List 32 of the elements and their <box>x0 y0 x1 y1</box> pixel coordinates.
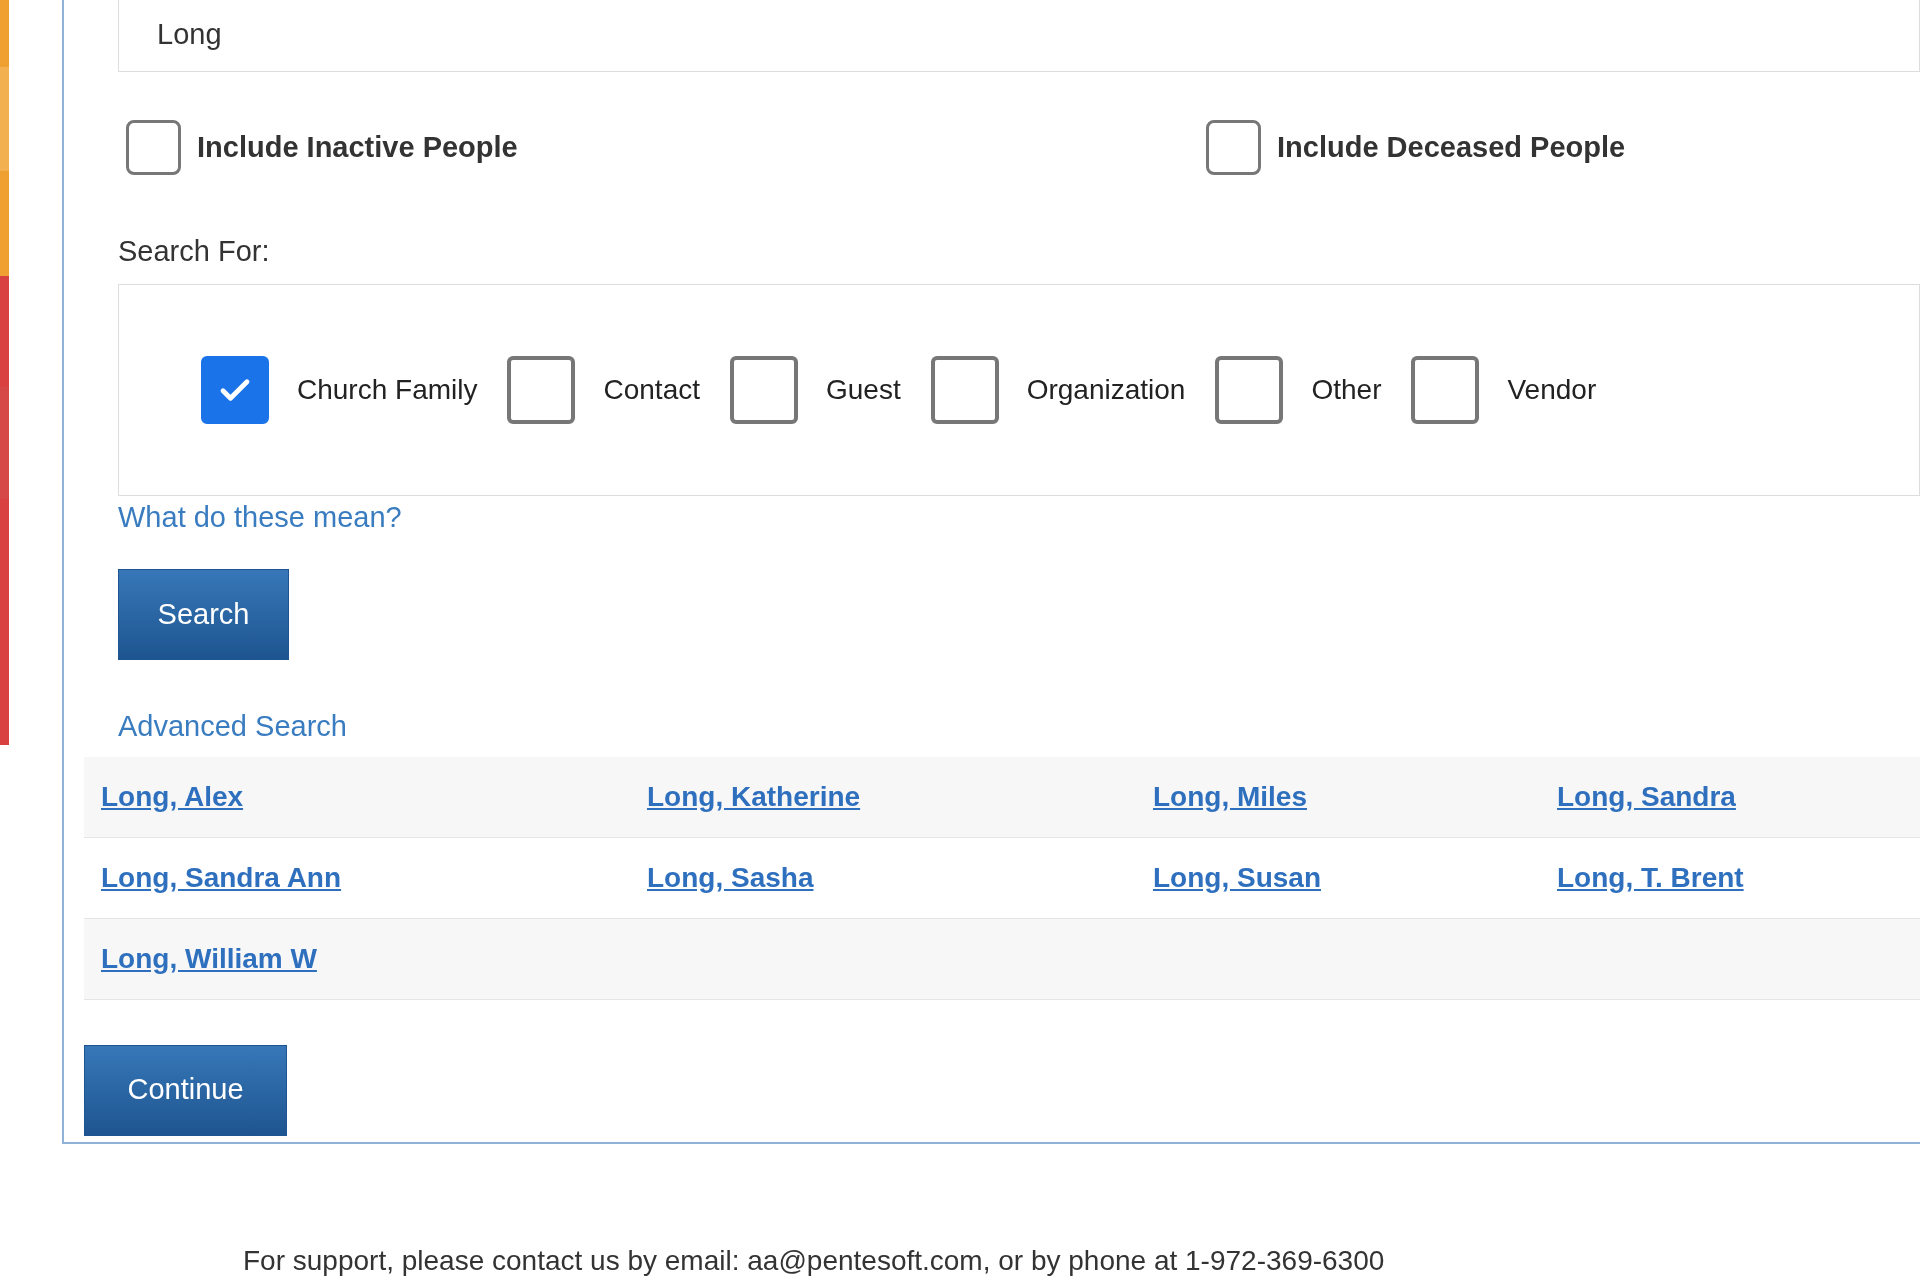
checkbox-label: Guest <box>826 372 901 407</box>
person-link[interactable]: Long, Sandra Ann <box>101 861 342 893</box>
support-text: For support, please contact us by email: aa@pentesoft.com, or by phone at 1-972-369-6300 <box>242 1246 1385 1277</box>
help-link[interactable]: What do these mean? <box>118 500 402 533</box>
person-link[interactable]: Long, William W <box>101 942 317 974</box>
checkbox-label: Vendor <box>1507 372 1597 407</box>
checkbox[interactable] <box>507 355 576 424</box>
person-link[interactable]: Long, Sasha <box>647 861 814 893</box>
checkbox-label: Include Deceased People <box>1277 129 1626 165</box>
checkbox[interactable] <box>126 120 181 175</box>
checkbox-label: Church Family <box>297 372 478 407</box>
checkbox[interactable] <box>201 355 269 424</box>
person-link[interactable]: Long, Katherine <box>647 780 861 812</box>
checkbox[interactable] <box>930 355 999 424</box>
checkbox-label: Organization <box>1026 372 1186 407</box>
advanced-search-link[interactable]: Advanced Search <box>118 710 347 742</box>
person-link[interactable]: Long, T. Brent <box>1557 861 1744 893</box>
checkbox[interactable] <box>1206 120 1261 175</box>
checkbox[interactable] <box>1411 355 1480 424</box>
continue-button[interactable]: Continue <box>84 1044 287 1136</box>
person-link[interactable]: Long, Sandra <box>1557 780 1736 812</box>
name-field[interactable]: Long <box>118 0 1920 72</box>
search-button[interactable]: Search <box>118 569 289 660</box>
checkbox-label: Contact <box>603 372 700 407</box>
checkbox-label: Include Inactive People <box>197 129 518 165</box>
person-link[interactable]: Long, Miles <box>1153 780 1307 812</box>
checkbox[interactable] <box>1215 355 1284 424</box>
checkbox[interactable] <box>730 355 798 424</box>
person-link[interactable]: Long, Susan <box>1153 861 1321 893</box>
section-label: Search For: <box>118 234 271 269</box>
checkbox-label: Other <box>1311 372 1382 407</box>
person-link[interactable]: Long, Alex <box>101 780 244 812</box>
